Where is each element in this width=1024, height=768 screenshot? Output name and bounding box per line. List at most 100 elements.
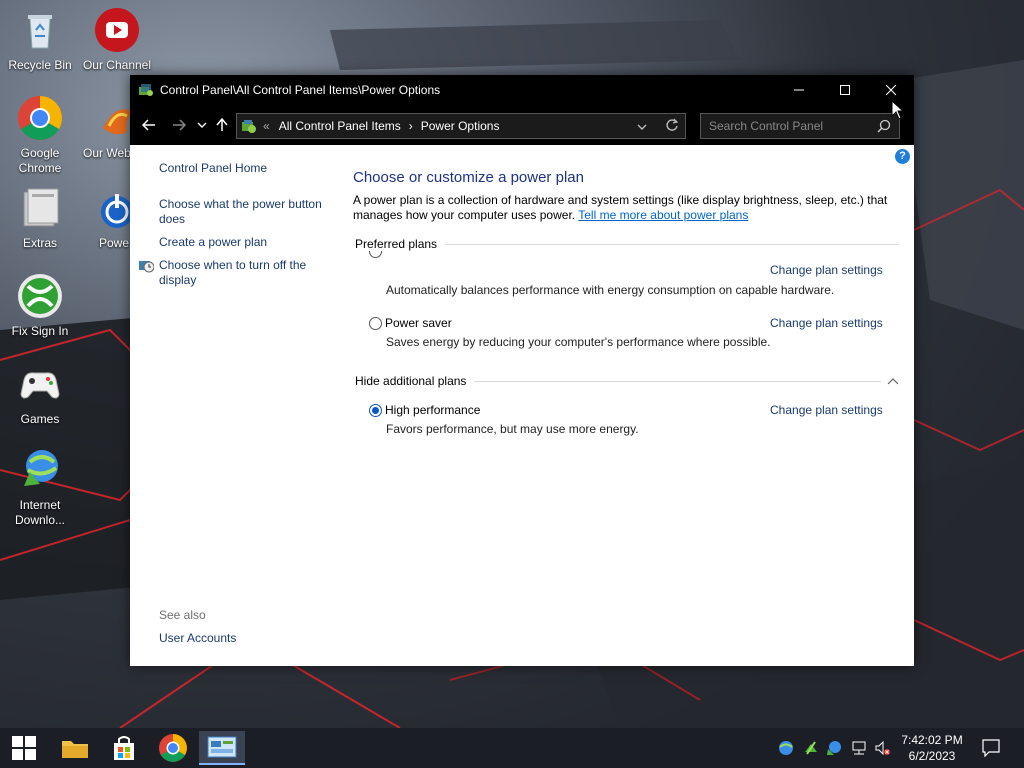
power-button-link[interactable]: Choose what the power button does: [159, 197, 334, 227]
breadcrumb-power-options[interactable]: Power Options: [421, 119, 500, 133]
desktop-icon-label: Fix Sign In: [11, 324, 69, 338]
desktop-icon-label: Google Chrome: [18, 146, 62, 175]
clock-time: 7:42:02 PM: [901, 733, 963, 747]
create-power-plan-link[interactable]: Create a power plan: [159, 235, 267, 250]
page-description: A power plan is a collection of hardware…: [353, 193, 893, 223]
plan-description: Automatically balances performance with …: [386, 283, 835, 297]
plan-name-high-performance[interactable]: High performance: [385, 403, 480, 417]
desktop-icon-extras[interactable]: Extras: [0, 184, 80, 251]
control-panel-icon: [241, 118, 257, 134]
mouse-cursor-icon: [891, 100, 905, 120]
forward-arrow-icon: [173, 119, 186, 131]
learn-more-link[interactable]: Tell me more about power plans: [578, 208, 748, 222]
up-button[interactable]: [212, 115, 232, 135]
divider: [445, 243, 899, 245]
plan-name-power-saver[interactable]: Power saver: [385, 316, 452, 330]
tray-network-icon[interactable]: [851, 740, 867, 756]
up-arrow-icon: [216, 118, 228, 131]
forward-button[interactable]: [169, 115, 189, 135]
desktop-icon-label: Extras: [22, 236, 57, 250]
desktop-icon-label: Internet Downlo...: [14, 498, 66, 527]
address-dropdown-button[interactable]: [637, 120, 647, 134]
change-plan-settings-link[interactable]: Change plan settings: [770, 403, 883, 417]
desktop-icon-recycle-bin[interactable]: Recycle Bin: [0, 6, 80, 73]
recent-locations-button[interactable]: [192, 115, 212, 135]
chrome-icon: [159, 734, 187, 762]
search-icon: [877, 119, 891, 136]
recycle-bin-icon: [16, 6, 64, 54]
turn-off-display-link[interactable]: Choose when to turn off the display: [159, 258, 334, 288]
taskbar-store[interactable]: [104, 732, 144, 764]
refresh-button[interactable]: [665, 118, 679, 135]
action-center-icon[interactable]: [982, 739, 1000, 757]
additional-plans-header[interactable]: Hide additional plans: [355, 374, 899, 388]
hide-additional-plans-label[interactable]: Hide additional plans: [355, 374, 466, 388]
see-also-heading: See also: [159, 608, 206, 622]
control-panel-icon: [207, 736, 237, 758]
content-area: Control Panel Home Choose what the power…: [130, 145, 914, 666]
xbox-icon: [16, 272, 64, 320]
desktop-icon-internet-download-manager[interactable]: Internet Downlo...: [0, 446, 80, 528]
back-button[interactable]: [139, 115, 159, 135]
tray-download-icon[interactable]: [803, 740, 819, 756]
preferred-plans-label: Preferred plans: [355, 237, 438, 251]
desktop-icon-label: Recycle Bin: [8, 58, 72, 72]
refresh-icon: [666, 118, 679, 131]
address-toolbar: « All Control Panel Items › Power Option…: [130, 105, 914, 145]
taskbar-chrome[interactable]: [153, 732, 193, 764]
folder-icon: [16, 184, 64, 232]
minimize-icon: [794, 89, 804, 91]
change-plan-settings-link[interactable]: Change plan settings: [770, 316, 883, 330]
tray-network-globe-icon[interactable]: [778, 740, 794, 756]
chevron-down-icon: [197, 122, 207, 128]
preferred-plans-header: Preferred plans: [355, 237, 899, 251]
desktop-icon-label: Our Channel: [82, 58, 152, 72]
desktop-icon-fix-sign-in[interactable]: Fix Sign In: [0, 272, 80, 339]
taskbar-clock[interactable]: 7:42:02 PM 6/2/2023: [896, 732, 968, 764]
gamepad-icon: [16, 360, 64, 408]
tray-idm-icon[interactable]: [826, 740, 842, 756]
plan-description: Saves energy by reducing your computer's…: [386, 335, 771, 349]
windows-logo-icon: [12, 736, 36, 760]
desktop-icon-our-channel[interactable]: Our Channel: [77, 6, 157, 73]
page-title: Choose or customize a power plan: [353, 169, 584, 186]
taskbar-control-panel[interactable]: [199, 731, 245, 765]
plan-radio-balanced[interactable]: [369, 251, 382, 258]
close-icon: [885, 84, 897, 96]
store-icon: [114, 736, 134, 760]
taskbar-file-explorer[interactable]: [55, 732, 95, 764]
change-plan-settings-link[interactable]: Change plan settings: [770, 263, 883, 277]
plan-radio-power-saver[interactable]: [369, 317, 382, 330]
folder-icon: [62, 741, 88, 758]
plan-radio-high-performance[interactable]: [369, 404, 382, 417]
start-button[interactable]: [4, 732, 44, 764]
display-clock-icon: [138, 258, 155, 277]
control-panel-window: Control Panel\All Control Panel Items\Po…: [130, 75, 914, 666]
desktop-icon-games[interactable]: Games: [0, 360, 80, 427]
power-options-icon: [138, 82, 154, 98]
maximize-icon: [840, 85, 850, 95]
idm-icon: [16, 446, 64, 494]
minimize-button[interactable]: [776, 75, 822, 105]
youtube-icon: [93, 6, 141, 54]
address-bar[interactable]: « All Control Panel Items › Power Option…: [236, 113, 686, 139]
desktop-icon-google-chrome[interactable]: Google Chrome: [0, 94, 80, 176]
search-input[interactable]: Search Control Panel: [709, 119, 823, 133]
taskbar: 7:42:02 PM 6/2/2023: [0, 728, 1024, 768]
user-accounts-link[interactable]: User Accounts: [159, 631, 236, 646]
clock-date: 6/2/2023: [908, 749, 956, 763]
help-icon[interactable]: ?: [895, 149, 910, 164]
breadcrumb-overflow[interactable]: «: [263, 119, 270, 133]
breadcrumb-all-items[interactable]: All Control Panel Items: [279, 119, 401, 133]
maximize-button[interactable]: [822, 75, 868, 105]
chevron-down-icon: [637, 124, 647, 130]
breadcrumb-separator[interactable]: ›: [409, 119, 413, 133]
chevron-up-icon[interactable]: [887, 374, 899, 388]
plan-description: Favors performance, but may use more ene…: [386, 422, 639, 436]
left-task-pane: Control Panel Home Choose what the power…: [130, 145, 340, 666]
window-title: Control Panel\All Control Panel Items\Po…: [160, 83, 441, 97]
control-panel-home-link[interactable]: Control Panel Home: [159, 161, 267, 176]
title-bar[interactable]: Control Panel\All Control Panel Items\Po…: [130, 75, 914, 105]
tray-volume-muted-icon[interactable]: [874, 740, 890, 756]
search-box[interactable]: Search Control Panel: [700, 113, 900, 139]
